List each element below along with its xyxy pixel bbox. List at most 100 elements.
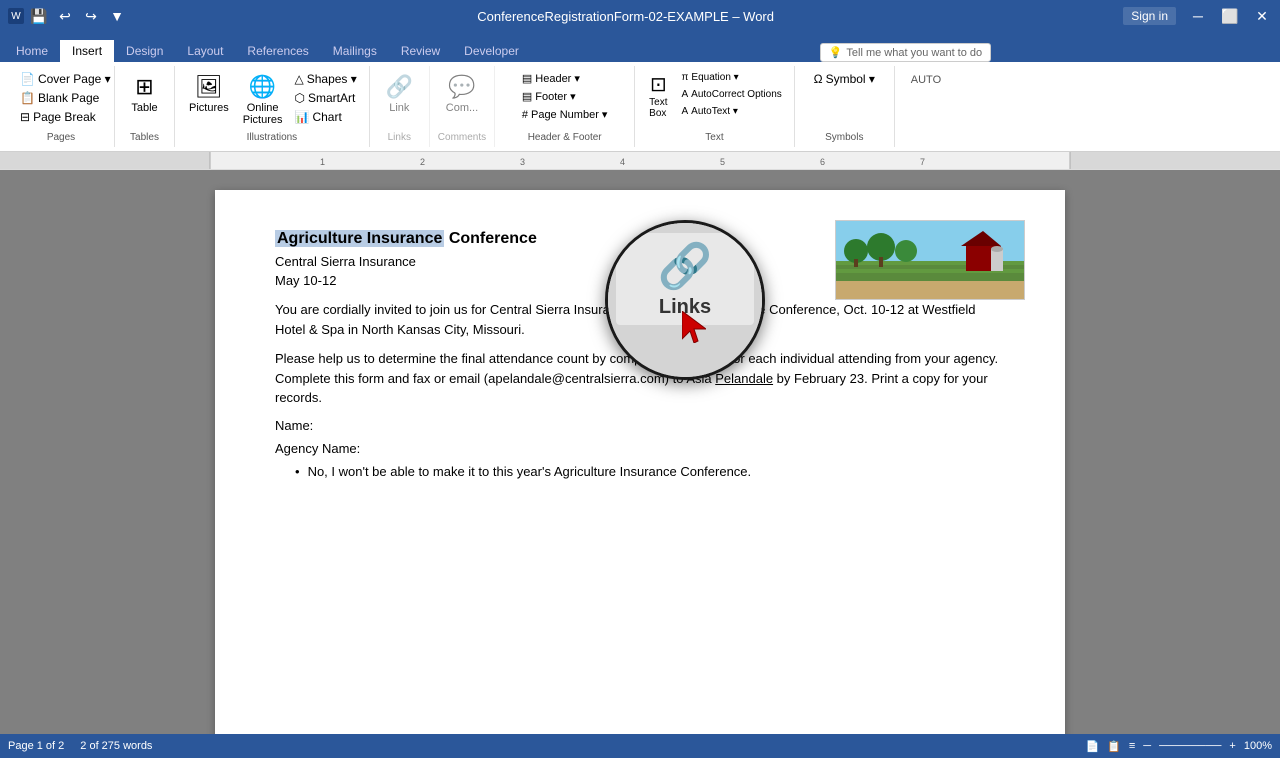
links-group: 🔗 Link Links (370, 66, 430, 147)
sign-in-button[interactable]: Sign in (1123, 7, 1176, 25)
blank-page-button[interactable]: 📋 Blank Page (16, 89, 106, 107)
shapes-button[interactable]: △ Shapes ▾ (291, 70, 361, 88)
status-bar: Page 1 of 2 2 of 275 words 📄 📋 ≡ ─ ─────… (0, 734, 1280, 758)
illustrations-col2: 🌐 OnlinePictures (237, 70, 289, 130)
bullet-dot: • (295, 464, 300, 479)
word-count: 2 of 275 words (80, 740, 152, 752)
links-group-label: Links (388, 130, 411, 143)
pages-items: 📄 Cover Page ▾ 📋 Blank Page ⊟ Page Break (16, 70, 106, 130)
comment-button[interactable]: 💬 Com... (440, 70, 484, 118)
magnifier-overlay: 🔗 Links (605, 220, 765, 380)
comments-group-label: Comments (438, 130, 486, 143)
text-group: ⊡ TextBox π Equation ▾ A AutoCorrect Opt… (635, 66, 795, 147)
autocorrect-button[interactable]: A AutoCorrect Options (678, 87, 786, 102)
blank-page-label: Blank Page (38, 91, 99, 105)
zoom-out-button[interactable]: ─ (1143, 740, 1151, 752)
illustrations-group-label: Illustrations (247, 130, 298, 143)
svg-text:7: 7 (920, 157, 925, 167)
illustrations-items: 🖼 Pictures 🌐 OnlinePictures △ Shapes ▾ (183, 70, 361, 130)
title-bar-filename: ConferenceRegistrationForm-02-EXAMPLE – … (128, 9, 1123, 24)
close-button[interactable]: ✕ (1252, 9, 1272, 23)
symbols-group-label: Symbols (825, 130, 863, 143)
restore-button[interactable]: ⬜ (1220, 9, 1240, 23)
header-button[interactable]: ▤ Header ▾ (518, 70, 612, 87)
view-web-layout[interactable]: 📋 (1107, 740, 1121, 753)
page-number-icon: # (522, 109, 528, 121)
tell-me-input[interactable]: 💡 Tell me what you want to do (820, 43, 991, 62)
lightbulb-icon: 💡 (829, 46, 843, 59)
undo-button[interactable]: ↩ (54, 5, 76, 27)
equation-label: Equation ▾ (691, 72, 738, 83)
shapes-label: Shapes ▾ (307, 72, 357, 86)
page-number-dropdown-arrow: ▾ (602, 109, 608, 121)
autotext-button[interactable]: A AutoText ▾ (678, 104, 786, 119)
title-bar: W 💾 ↩ ↪ ▼ ConferenceRegistrationForm-02-… (0, 0, 1280, 32)
view-outline[interactable]: ≡ (1129, 740, 1135, 752)
svg-text:2: 2 (420, 157, 425, 167)
customize-quick-access-button[interactable]: ▼ (106, 5, 128, 27)
table-button[interactable]: ⊞ Table (125, 70, 165, 118)
tab-insert[interactable]: Insert (60, 40, 114, 62)
symbols-col: Ω Symbol ▾ (810, 70, 879, 88)
tab-developer[interactable]: Developer (452, 40, 531, 62)
tab-design[interactable]: Design (114, 40, 175, 62)
redo-button[interactable]: ↪ (80, 5, 102, 27)
text-box-button[interactable]: ⊡ TextBox (643, 70, 673, 121)
page-number-button[interactable]: # Page Number ▾ (518, 106, 612, 123)
zoom-in-button[interactable]: + (1229, 740, 1235, 752)
symbol-label: Symbol ▾ (826, 72, 875, 86)
equation-icon: π (682, 72, 689, 83)
online-pictures-button[interactable]: 🌐 OnlinePictures (237, 70, 289, 130)
pictures-icon: 🖼 (195, 74, 223, 100)
text-row1: ⊡ TextBox π Equation ▾ A AutoCorrect Opt… (643, 70, 786, 121)
links-button[interactable]: 🔗 Link (379, 70, 419, 118)
text-group-label: Text (705, 130, 723, 143)
text-box-icon: ⊡ (650, 72, 667, 97)
comments-items: 💬 Com... (440, 70, 484, 130)
autocorrect-label: AutoCorrect Options (691, 89, 782, 100)
header-label: Header ▾ (535, 72, 580, 85)
text-items: ⊡ TextBox π Equation ▾ A AutoCorrect Opt… (643, 70, 786, 130)
smartart-button[interactable]: ⬡ SmartArt (291, 89, 361, 107)
quick-access-toolbar: 💾 ↩ ↪ ▼ (28, 5, 128, 27)
tab-home[interactable]: Home (4, 40, 60, 62)
ruler-content: 1 2 3 4 5 6 7 (0, 152, 1280, 169)
tab-mailings[interactable]: Mailings (321, 40, 389, 62)
symbols-group: Ω Symbol ▾ Symbols (795, 66, 895, 147)
table-icon: ⊞ (135, 74, 153, 100)
online-pictures-label: OnlinePictures (243, 102, 283, 126)
farm-illustration (836, 221, 1025, 300)
save-button[interactable]: 💾 (28, 5, 50, 27)
magnifier-inner: 🔗 Links (608, 223, 762, 377)
symbol-icon: Ω (814, 72, 823, 86)
cursor-svg (682, 311, 706, 343)
page-number-label: Page Number ▾ (531, 108, 607, 121)
equation-button[interactable]: π Equation ▾ (678, 70, 786, 85)
blank-page-icon: 📋 (20, 91, 35, 105)
page-break-button[interactable]: ⊟ Page Break (16, 108, 106, 126)
symbol-button[interactable]: Ω Symbol ▾ (810, 70, 879, 88)
tab-review[interactable]: Review (389, 40, 452, 62)
zoom-slider[interactable]: ──────── (1159, 740, 1221, 752)
view-print-layout[interactable]: 📄 (1085, 740, 1099, 753)
pictures-button[interactable]: 🖼 Pictures (183, 70, 235, 118)
title-rest-text: Conference (444, 230, 536, 247)
ribbon-tabs: Home Insert Design Layout References Mai… (0, 32, 1280, 62)
header-dropdown-arrow: ▾ (574, 73, 580, 85)
word-icon: W (8, 8, 24, 24)
footer-button[interactable]: ▤ Footer ▾ (518, 88, 612, 105)
minimize-button[interactable]: ─ (1188, 9, 1208, 23)
text-box-label: TextBox (649, 97, 667, 119)
page-info: Page 1 of 2 (8, 740, 64, 752)
cover-page-button[interactable]: 📄 Cover Page ▾ (16, 70, 106, 88)
tables-group-label: Tables (130, 130, 159, 143)
illustrations-group: 🖼 Pictures 🌐 OnlinePictures △ Shapes ▾ (175, 66, 370, 147)
title-selected-text: Agriculture Insurance (275, 230, 444, 247)
hf-items: ▤ Header ▾ ▤ Footer ▾ # Page Number ▾ (518, 70, 612, 130)
hf-group-label: Header & Footer (528, 130, 602, 143)
comments-group: 💬 Com... Comments (430, 66, 495, 147)
footer-icon: ▤ (522, 90, 532, 103)
tab-layout[interactable]: Layout (175, 40, 235, 62)
chart-button[interactable]: 📊 Chart (291, 108, 361, 126)
tab-references[interactable]: References (235, 40, 320, 62)
